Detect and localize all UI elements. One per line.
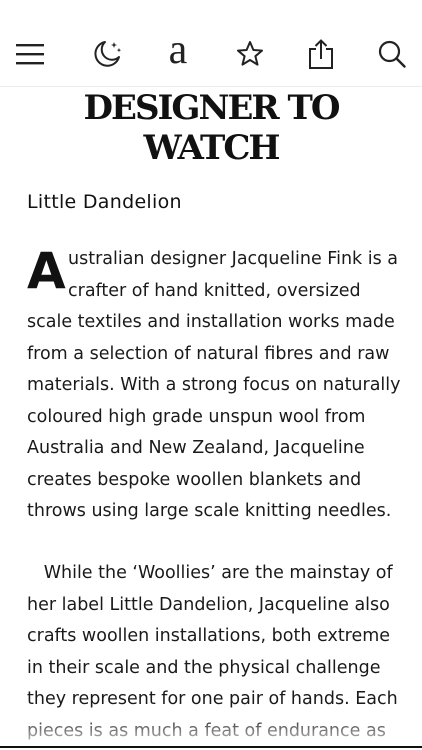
article-content[interactable]: DESIGNER TO WATCH Little Dandelion A ust… [0, 86, 422, 750]
bookmark-button[interactable] [228, 32, 272, 76]
paragraph-line: pieces is as much a feat of endurance as [27, 720, 386, 741]
article-paragraph-2: While the ‘Woollies’ are the mainstay of… [27, 558, 399, 747]
menu-button[interactable] [8, 32, 52, 76]
paragraph-line: ustralian designer Jacqueline Fink is a [68, 249, 398, 269]
hamburger-menu-icon [16, 44, 44, 65]
paragraph-line: coloured high grade unspun wool from [27, 406, 366, 427]
article-subheading: Little Dandelion [27, 191, 182, 213]
drop-cap: A [27, 242, 66, 300]
paragraph-line: her label Little Dandelion, Jacqueline a… [27, 594, 390, 615]
paragraph-line: in their scale and the physical challeng… [27, 657, 381, 678]
paragraph-line: crafts woollen installations, both extre… [27, 626, 391, 646]
share-icon [309, 39, 333, 69]
bottom-rule [0, 746, 422, 748]
headline-line-1: DESIGNER TO [83, 88, 341, 128]
paragraph-line: throws using large scale knitting needle… [27, 501, 392, 521]
paragraph-line: crafter of hand knitted, oversized [68, 280, 361, 301]
paragraph-line: scale textiles and installation works ma… [27, 312, 395, 332]
paragraph-line: Australia and New Zealand, Jacqueline [27, 438, 365, 458]
article-headline: DESIGNER TO WATCH [60, 88, 362, 168]
paragraph-line: materials. With a strong focus on natura… [27, 375, 401, 395]
star-icon [237, 41, 263, 66]
font-settings-button[interactable]: a [156, 27, 200, 76]
search-button[interactable] [370, 32, 414, 76]
paragraph-line: they represent for one pair of hands. Ea… [27, 689, 398, 709]
moon-stars-icon [94, 41, 122, 67]
reader-toolbar: a [0, 0, 422, 87]
font-glyph-icon: a [168, 27, 188, 73]
magnifier-icon [378, 40, 406, 68]
paragraph-line: from a selection of natural fibres and r… [27, 343, 390, 364]
reader-screen: a DESIGNER TO WATCH Little Dandelion A u… [0, 0, 422, 750]
share-button[interactable] [299, 32, 343, 76]
paragraph-line: While the ‘Woollies’ are the mainstay of [27, 563, 393, 583]
night-mode-button[interactable] [86, 32, 130, 76]
headline-line-2: WATCH [143, 128, 280, 168]
paragraph-line: creates bespoke woollen blankets and [27, 469, 362, 490]
article-paragraph-1: A ustralian designer Jacqueline Fink is … [27, 242, 401, 528]
